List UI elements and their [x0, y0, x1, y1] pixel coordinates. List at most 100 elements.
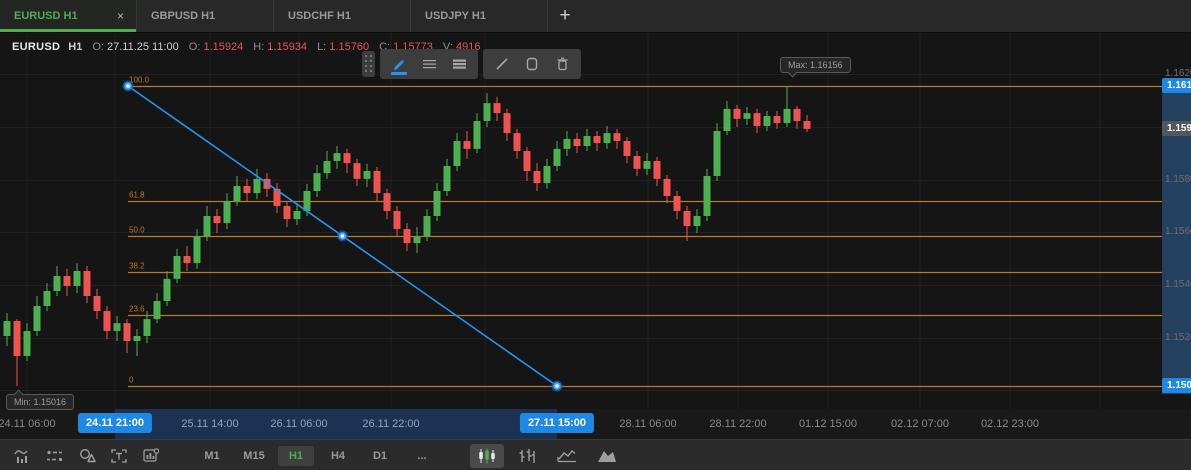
- fib-level-label: 38.2: [129, 262, 145, 271]
- timeframe-button-d1[interactable]: D1: [362, 446, 398, 466]
- price-axis[interactable]: 1.16201.15801.15601.15401.15201.161561.1…: [1162, 33, 1191, 409]
- trend-line-tool-button[interactable]: [489, 52, 515, 76]
- candle: [494, 103, 501, 113]
- fib-time-badge: 24.11 21:00: [78, 413, 152, 433]
- fib-level-label: 61.8: [129, 191, 145, 200]
- tab-label: USDJPY H1: [425, 10, 486, 22]
- candle: [214, 216, 221, 223]
- candle: [354, 163, 361, 179]
- fib-level-label: 0: [129, 376, 134, 385]
- candle: [794, 109, 801, 121]
- objects-button[interactable]: [42, 444, 68, 468]
- time-field-label: O:: [92, 41, 104, 53]
- trend-line-end-handle: [555, 384, 559, 388]
- candle: [704, 176, 711, 216]
- add-tab-button[interactable]: +: [548, 0, 582, 32]
- line-thickness-icon: [422, 58, 437, 70]
- delete-object-button[interactable]: [549, 52, 575, 76]
- candle: [674, 196, 681, 211]
- candle: [624, 141, 631, 156]
- pencil-color-button[interactable]: [386, 52, 412, 76]
- tab-eurusd-h1[interactable]: EURUSD H1×: [0, 0, 137, 32]
- symbol-label: EURUSD: [12, 41, 60, 53]
- candle: [284, 206, 291, 219]
- ohlc-field-label: O:: [189, 41, 201, 53]
- candle: [234, 186, 241, 201]
- pencil-icon: [392, 57, 407, 72]
- candle: [404, 229, 411, 243]
- tab-gbpusd-h1[interactable]: GBPUSD H1: [137, 0, 274, 32]
- candle: [224, 201, 231, 223]
- time-axis[interactable]: 24.11 06:0025.11 14:0026.11 06:0026.11 2…: [0, 409, 1191, 439]
- tab-usdjpy-h1[interactable]: USDJPY H1: [411, 0, 548, 32]
- trend-line-icon: [495, 57, 509, 71]
- candle: [94, 296, 101, 311]
- clone-object-button[interactable]: [519, 52, 545, 76]
- candle-time-value: 27.11.25 11:00: [107, 41, 179, 53]
- toolbar-drag-handle[interactable]: [362, 51, 375, 77]
- price-axis-label: 1.1560: [1165, 226, 1191, 237]
- candle: [394, 211, 401, 229]
- tab-label: GBPUSD H1: [151, 10, 215, 22]
- candle: [374, 171, 381, 193]
- line-thickness-button[interactable]: [416, 52, 442, 76]
- max-price-tooltip: Max: 1.16156: [780, 57, 851, 73]
- candle: [14, 321, 21, 356]
- line-style-button[interactable]: [446, 52, 472, 76]
- time-axis-label: 02.12 23:00: [981, 418, 1039, 430]
- clone-icon: [525, 57, 539, 71]
- shapes-button[interactable]: [74, 444, 100, 468]
- candle: [804, 121, 811, 129]
- candle: [364, 171, 371, 179]
- chart-settings-icon: [143, 448, 159, 463]
- current-price-badge: 1.15993: [1162, 121, 1191, 136]
- fib-level-label: 50.0: [129, 226, 145, 235]
- chart-settings-button[interactable]: [138, 444, 164, 468]
- timeframe-button-h1[interactable]: H1: [278, 446, 314, 466]
- text-tool-icon: [111, 449, 127, 463]
- drawing-toolbar: [362, 49, 581, 79]
- area-chart-icon: [597, 448, 617, 463]
- chart-area[interactable]: 100.061.850.038.223.60 EURUSDH1O: 27.11.…: [0, 33, 1191, 409]
- candle: [784, 109, 791, 123]
- objects-icon: [46, 449, 64, 463]
- tab-usdchf-h1[interactable]: USDCHF H1: [274, 0, 411, 32]
- text-tool-button[interactable]: [106, 444, 132, 468]
- candle: [184, 256, 191, 263]
- time-axis-label: 26.11 22:00: [362, 418, 419, 430]
- close-tab-icon[interactable]: ×: [115, 9, 126, 23]
- candle: [574, 139, 581, 146]
- time-axis-label: 28.11 22:00: [709, 418, 766, 430]
- candle: [4, 321, 11, 336]
- chart-type-area-button[interactable]: [590, 444, 624, 468]
- price-axis-label: 1.1580: [1165, 174, 1191, 185]
- line-chart-icon: [557, 448, 577, 463]
- candle: [34, 306, 41, 331]
- drawing-actions-panel: [483, 49, 581, 79]
- timeframe-button-m15[interactable]: M15: [236, 446, 272, 466]
- indicators-button[interactable]: [10, 444, 36, 468]
- candle: [714, 131, 721, 176]
- timeframe-button-more[interactable]: ...: [404, 446, 440, 466]
- candle: [754, 113, 761, 126]
- chart-type-bars-button[interactable]: [510, 444, 544, 468]
- timeframe-button-h4[interactable]: H4: [320, 446, 356, 466]
- candle: [584, 136, 591, 146]
- candle: [154, 301, 161, 319]
- selected-color-bar: [391, 72, 407, 75]
- timeframe-group: M1 M15 H1 H4 D1...: [194, 446, 440, 466]
- chart-type-line-button[interactable]: [550, 444, 584, 468]
- candle: [434, 191, 441, 216]
- line-style-icon: [452, 58, 467, 70]
- candle: [104, 311, 111, 331]
- candle: [504, 113, 511, 133]
- chart-type-candles-button[interactable]: [470, 444, 504, 468]
- drawing-style-panel: [380, 49, 478, 79]
- candle: [174, 256, 181, 279]
- time-axis-label: 02.12 07:00: [891, 418, 949, 430]
- candle: [564, 139, 571, 149]
- candle: [344, 153, 351, 163]
- trend-line-start-handle: [126, 84, 130, 88]
- candlestick-plot[interactable]: 100.061.850.038.223.60: [0, 33, 1162, 409]
- timeframe-button-m1[interactable]: M1: [194, 446, 230, 466]
